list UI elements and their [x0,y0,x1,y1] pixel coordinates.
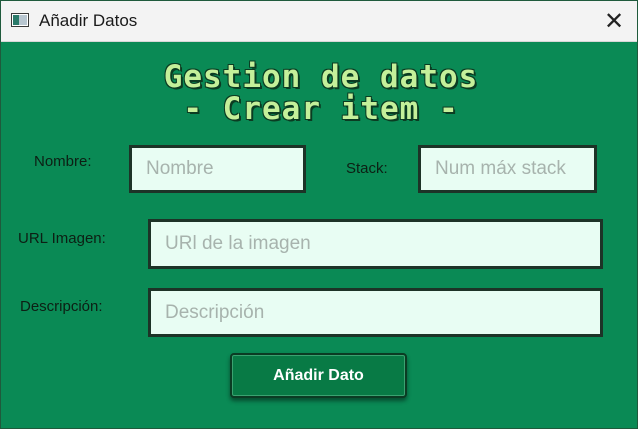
form-heading-line2: - Crear item - [183,91,459,127]
app-window-icon [11,13,29,27]
url-imagen-label: URL Imagen: [18,230,106,247]
stack-label: Stack: [346,160,388,177]
close-icon[interactable]: ✕ [591,1,637,41]
stack-input[interactable] [418,145,597,193]
nombre-input[interactable] [129,145,306,193]
title-bar: Añadir Datos ✕ [1,1,637,42]
window-title: Añadir Datos [39,11,138,30]
descripcion-input[interactable] [148,288,603,337]
add-data-window: Añadir Datos ✕ Gestion de datos - Crear … [0,0,638,429]
nombre-label: Nombre: [34,153,92,170]
url-imagen-input[interactable] [148,219,603,269]
form-heading-line1: Gestion de datos [163,59,479,95]
add-data-button[interactable]: Añadir Dato [230,353,407,398]
descripcion-label: Descripción: [20,298,103,315]
form-heading: Gestion de datos - Crear item - [121,61,521,125]
